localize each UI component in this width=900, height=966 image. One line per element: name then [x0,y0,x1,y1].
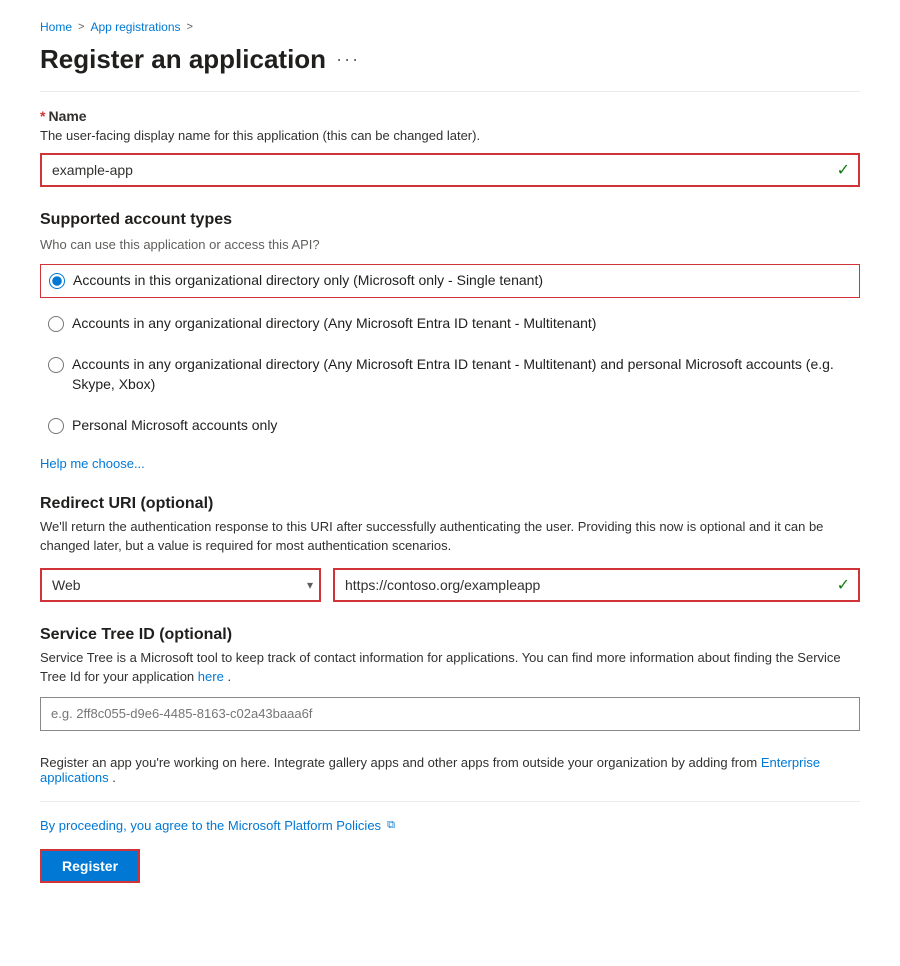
name-section: * Name The user-facing display name for … [40,108,860,187]
service-tree-title: Service Tree ID (optional) [40,626,860,644]
radio-input-3[interactable] [48,357,64,373]
name-input[interactable] [40,153,860,187]
service-tree-input[interactable] [40,697,860,731]
policy-link[interactable]: By proceeding, you agree to the Microsof… [40,818,381,833]
name-label-text: Name [48,108,86,124]
top-divider [40,91,860,92]
radio-option-2[interactable]: Accounts in any organizational directory… [40,308,860,340]
breadcrumb-home[interactable]: Home [40,20,72,34]
radio-label-1: Accounts in this organizational director… [73,271,543,291]
platform-select-wrapper: Web SPA Public client/native (mobile & d… [40,568,321,602]
radio-input-4[interactable] [48,418,64,434]
breadcrumb-sep1: > [78,21,84,33]
breadcrumb-sep2: > [187,21,193,33]
name-description: The user-facing display name for this ap… [40,128,860,143]
register-button[interactable]: Register [40,849,140,883]
service-tree-here-link[interactable]: here [198,669,224,684]
page-title-row: Register an application ··· [40,44,860,75]
breadcrumb-app-registrations[interactable]: App registrations [90,20,180,34]
service-tree-input-wrapper [40,697,860,731]
external-link-icon: ⧉ [387,819,395,832]
page-title: Register an application [40,44,326,75]
page-title-ellipsis: ··· [336,49,360,70]
name-label: * Name [40,108,860,124]
service-tree-desc-end: . [227,669,231,684]
uri-checkmark-icon: ✓ [837,575,850,595]
bottom-note-text1: Register an app you're working on here. … [40,755,757,770]
radio-label-3: Accounts in any organizational directory… [72,355,852,394]
bottom-note-text2: . [112,770,116,785]
radio-label-4: Personal Microsoft accounts only [72,416,277,436]
redirect-uri-row: Web SPA Public client/native (mobile & d… [40,568,860,602]
radio-input-1[interactable] [49,273,65,289]
radio-input-2[interactable] [48,316,64,332]
redirect-uri-section: Redirect URI (optional) We'll return the… [40,495,860,602]
service-tree-desc-text: Service Tree is a Microsoft tool to keep… [40,650,841,685]
radio-option-3[interactable]: Accounts in any organizational directory… [40,349,860,400]
bottom-note: Register an app you're working on here. … [40,755,860,785]
redirect-uri-title: Redirect URI (optional) [40,495,860,513]
account-types-section: Supported account types Who can use this… [40,211,860,471]
account-types-who-label: Who can use this application or access t… [40,237,860,252]
policy-row: By proceeding, you agree to the Microsof… [40,818,860,833]
name-input-wrapper: ✓ [40,153,860,187]
radio-option-1[interactable]: Accounts in this organizational director… [40,264,860,298]
service-tree-section: Service Tree ID (optional) Service Tree … [40,626,860,731]
platform-select[interactable]: Web SPA Public client/native (mobile & d… [40,568,321,602]
help-me-choose-link[interactable]: Help me choose... [40,456,145,471]
uri-input-wrapper: ✓ [333,568,860,602]
required-star: * [40,108,45,124]
bottom-divider [40,801,860,802]
name-checkmark-icon: ✓ [837,160,850,180]
uri-input[interactable] [333,568,860,602]
radio-label-2: Accounts in any organizational directory… [72,314,596,334]
service-tree-description: Service Tree is a Microsoft tool to keep… [40,648,860,687]
radio-option-4[interactable]: Personal Microsoft accounts only [40,410,860,442]
account-types-title: Supported account types [40,211,860,229]
breadcrumb: Home > App registrations > [40,20,860,34]
redirect-uri-description: We'll return the authentication response… [40,517,860,556]
